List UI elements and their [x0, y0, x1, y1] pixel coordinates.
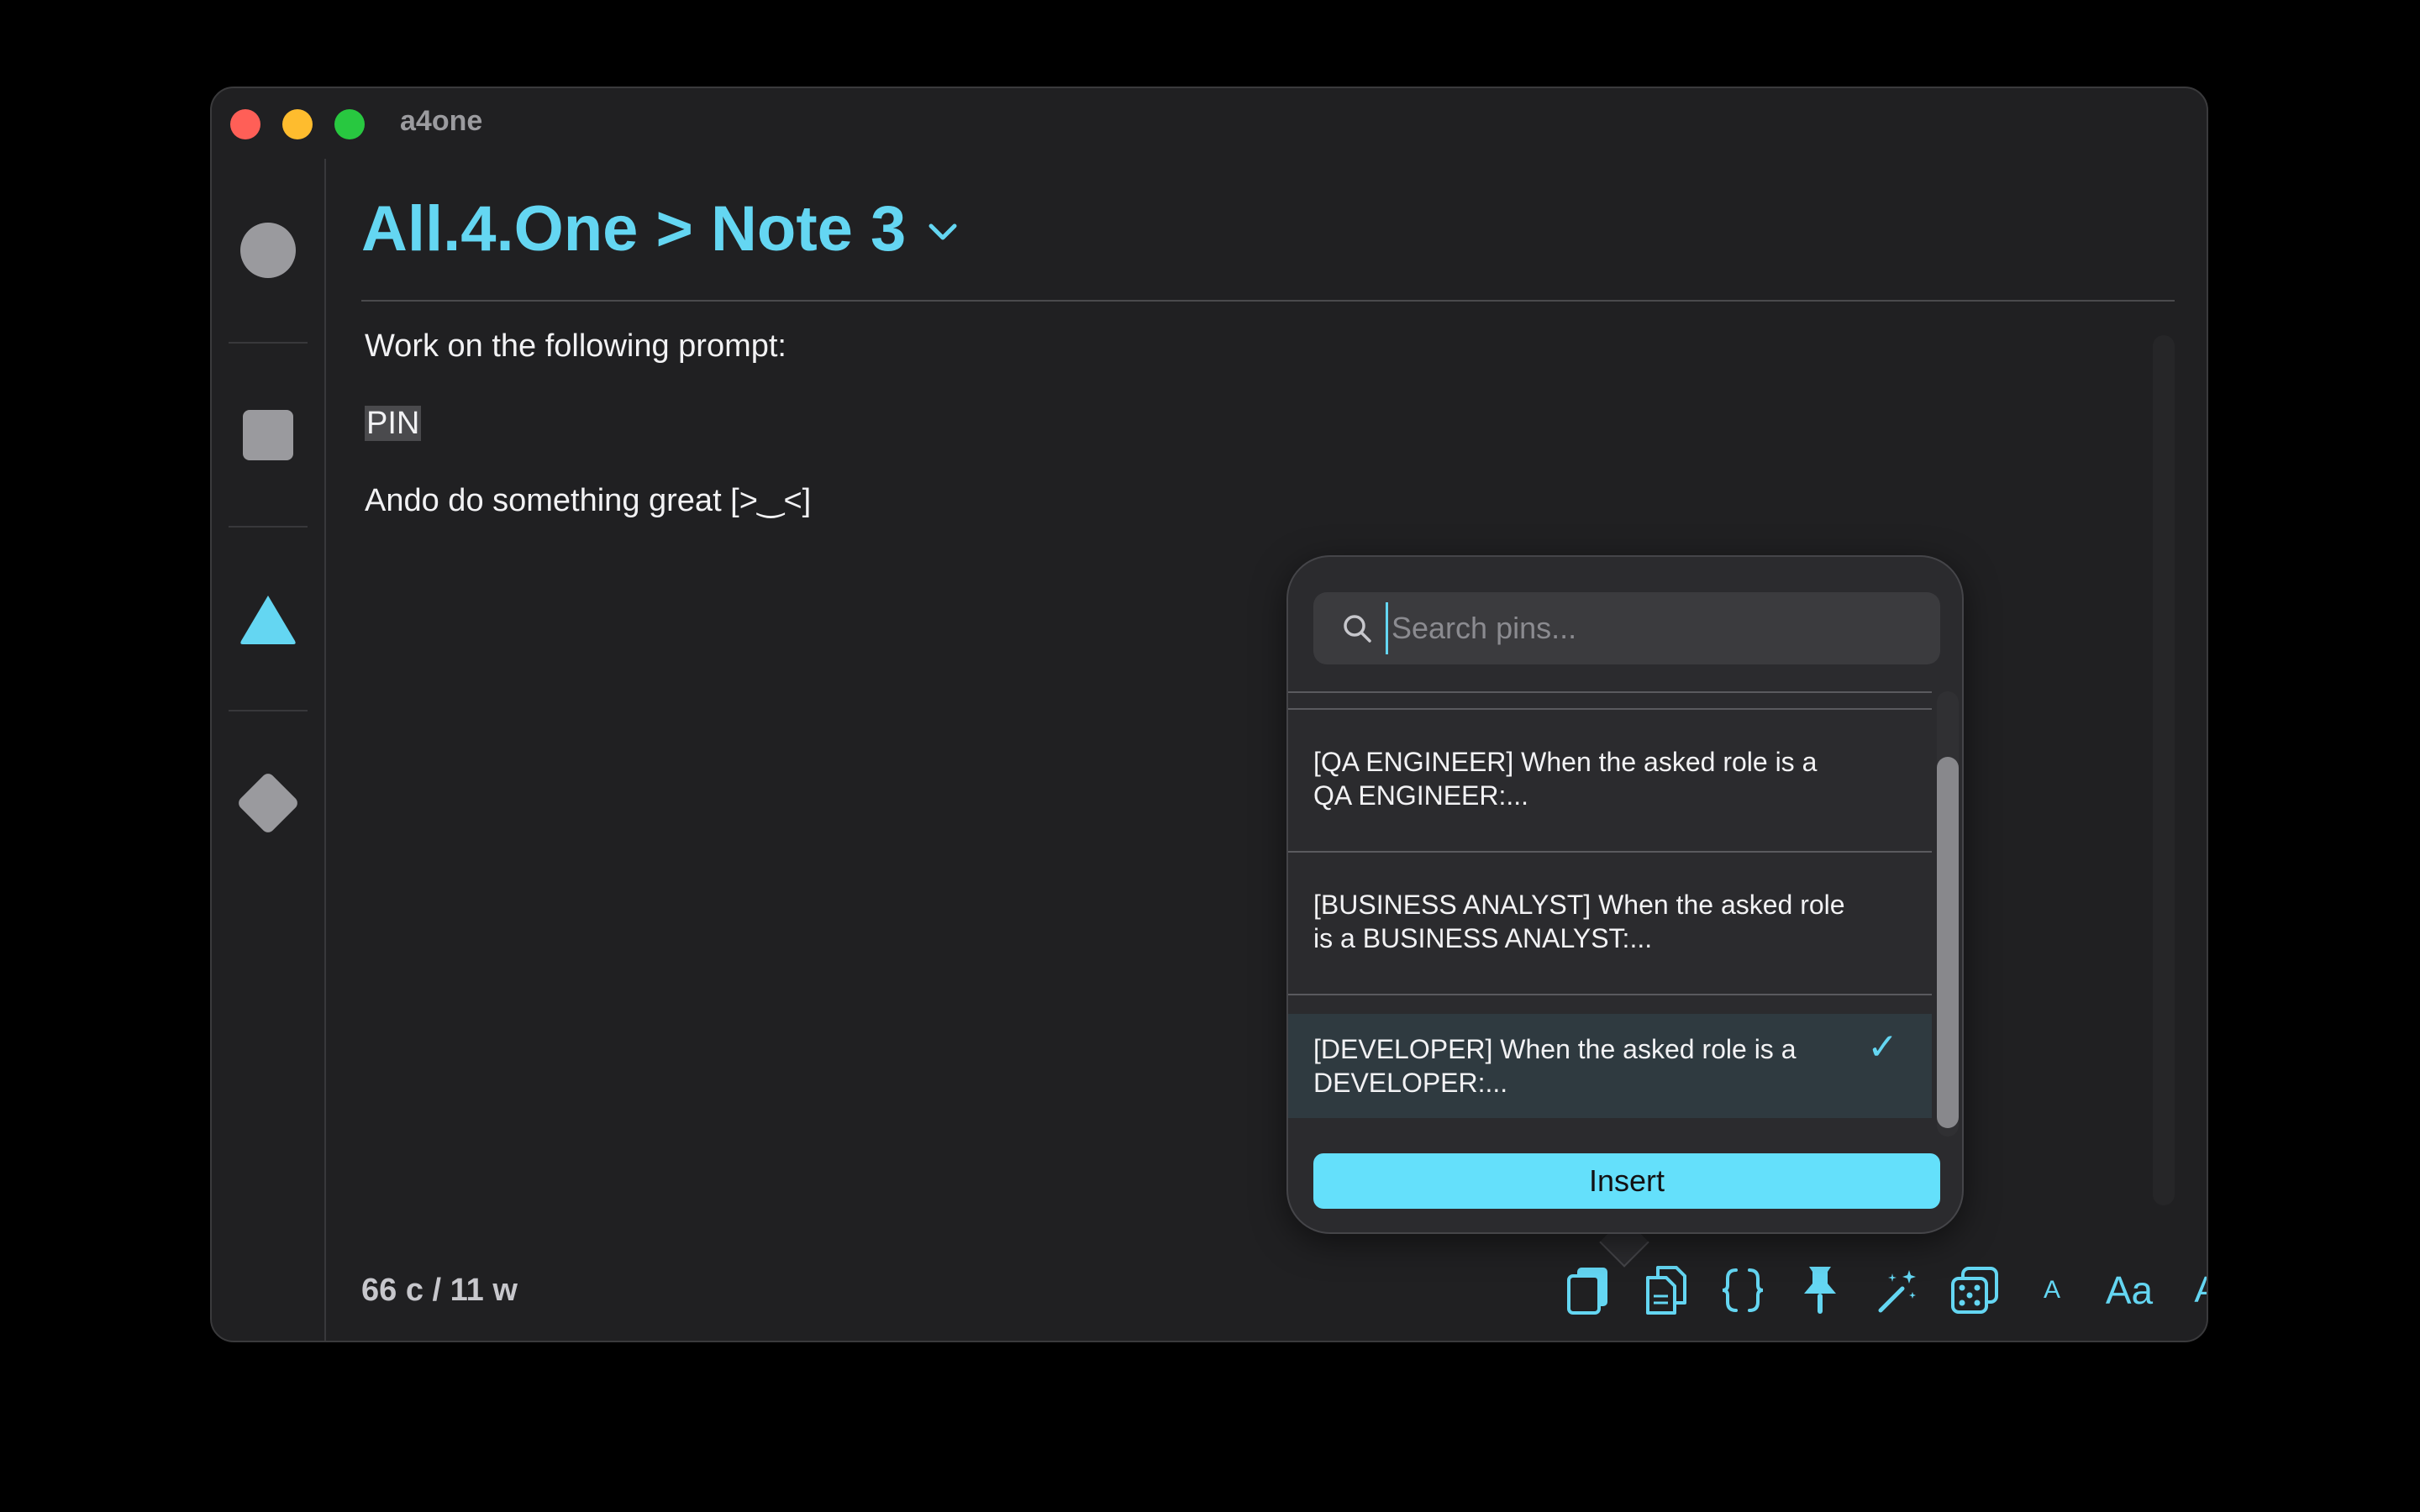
list-divider — [1288, 994, 1932, 995]
magic-wand-icon — [1878, 1270, 1916, 1313]
pins-scrollbar-thumb[interactable] — [1937, 757, 1959, 1128]
sidebar-note-circle[interactable] — [212, 159, 324, 342]
pin-button[interactable] — [1793, 1261, 1847, 1320]
diamond-icon — [235, 770, 301, 836]
square-icon — [243, 410, 293, 460]
random-button[interactable] — [1948, 1261, 2002, 1320]
list-item-text: [DEVELOPER] When the asked role is a DEV… — [1313, 1034, 1797, 1098]
breadcrumb-text: All.4.One > Note 3 — [361, 193, 907, 265]
chevron-down-icon — [929, 223, 957, 239]
search-icon — [1344, 615, 1371, 643]
pin-token[interactable]: PIN — [365, 406, 422, 441]
header-divider — [361, 300, 2175, 302]
sidebar — [212, 159, 326, 1341]
list-item[interactable]: [QA ENGINEER] When the asked role is a Q… — [1288, 710, 1932, 814]
curly-braces-icon — [1722, 1268, 1764, 1312]
checkmark-icon: ✓ — [1867, 1026, 1898, 1068]
font-size-small-button[interactable]: A — [2025, 1261, 2079, 1320]
editor-scrollbar[interactable] — [2153, 335, 2175, 1205]
pin-icon — [1804, 1267, 1836, 1314]
character-word-count: 66 c / 11 w — [361, 1273, 518, 1308]
list-item-text: [QA ENGINEER] When the asked role is a Q… — [1313, 747, 1818, 811]
font-size-large-button[interactable]: A — [2180, 1261, 2207, 1320]
zoom-window-button[interactable] — [334, 109, 365, 139]
close-window-button[interactable] — [230, 109, 260, 139]
editor-line: Ando do something great [>‿<] — [365, 483, 812, 518]
search-box[interactable] — [1313, 592, 1940, 664]
clipboard-icon — [1567, 1268, 1607, 1315]
minimize-window-button[interactable] — [282, 109, 313, 139]
breadcrumb[interactable]: All.4.One > Note 3 — [361, 192, 958, 265]
editor-line: PIN — [365, 404, 1995, 443]
list-item-selected[interactable]: [DEVELOPER] When the asked role is a DEV… — [1288, 1014, 1932, 1118]
pins-popover: [QA ENGINEER] When the asked role is a Q… — [1286, 555, 1964, 1234]
circle-icon — [240, 223, 296, 278]
pins-list-viewport: [QA ENGINEER] When the asked role is a Q… — [1288, 691, 1932, 1137]
list-item-text: [BUSINESS ANALYST] When the asked role i… — [1313, 890, 1845, 953]
search-pins-input[interactable] — [1386, 602, 1940, 654]
sidebar-note-square[interactable] — [212, 344, 324, 527]
list-item[interactable]: [BUSINESS ANALYST] When the asked role i… — [1288, 853, 1932, 957]
documents-icon — [1646, 1266, 1686, 1315]
magic-wand-button[interactable] — [1870, 1261, 1924, 1320]
pins-scrollbar[interactable] — [1937, 691, 1959, 1137]
font-style-button[interactable]: Aa — [2102, 1261, 2156, 1320]
copy-all-button[interactable] — [1561, 1261, 1615, 1320]
bottom-toolbar: A Aa A — [1561, 1257, 2207, 1324]
note-editor[interactable]: Work on the following prompt: PIN Ando d… — [365, 327, 1995, 559]
duplicate-button[interactable] — [1639, 1261, 1692, 1320]
variables-button[interactable] — [1716, 1261, 1770, 1320]
editor-line: Work on the following prompt: — [365, 328, 786, 364]
sidebar-note-triangle[interactable] — [212, 528, 324, 711]
titlebar: a4one — [212, 88, 2207, 159]
triangle-icon — [240, 596, 296, 644]
insert-button[interactable]: Insert — [1313, 1153, 1940, 1209]
window-title: a4one — [400, 105, 483, 137]
dice-icon — [1951, 1267, 1998, 1314]
list-divider — [1288, 691, 1932, 693]
sidebar-note-diamond[interactable] — [212, 711, 324, 895]
